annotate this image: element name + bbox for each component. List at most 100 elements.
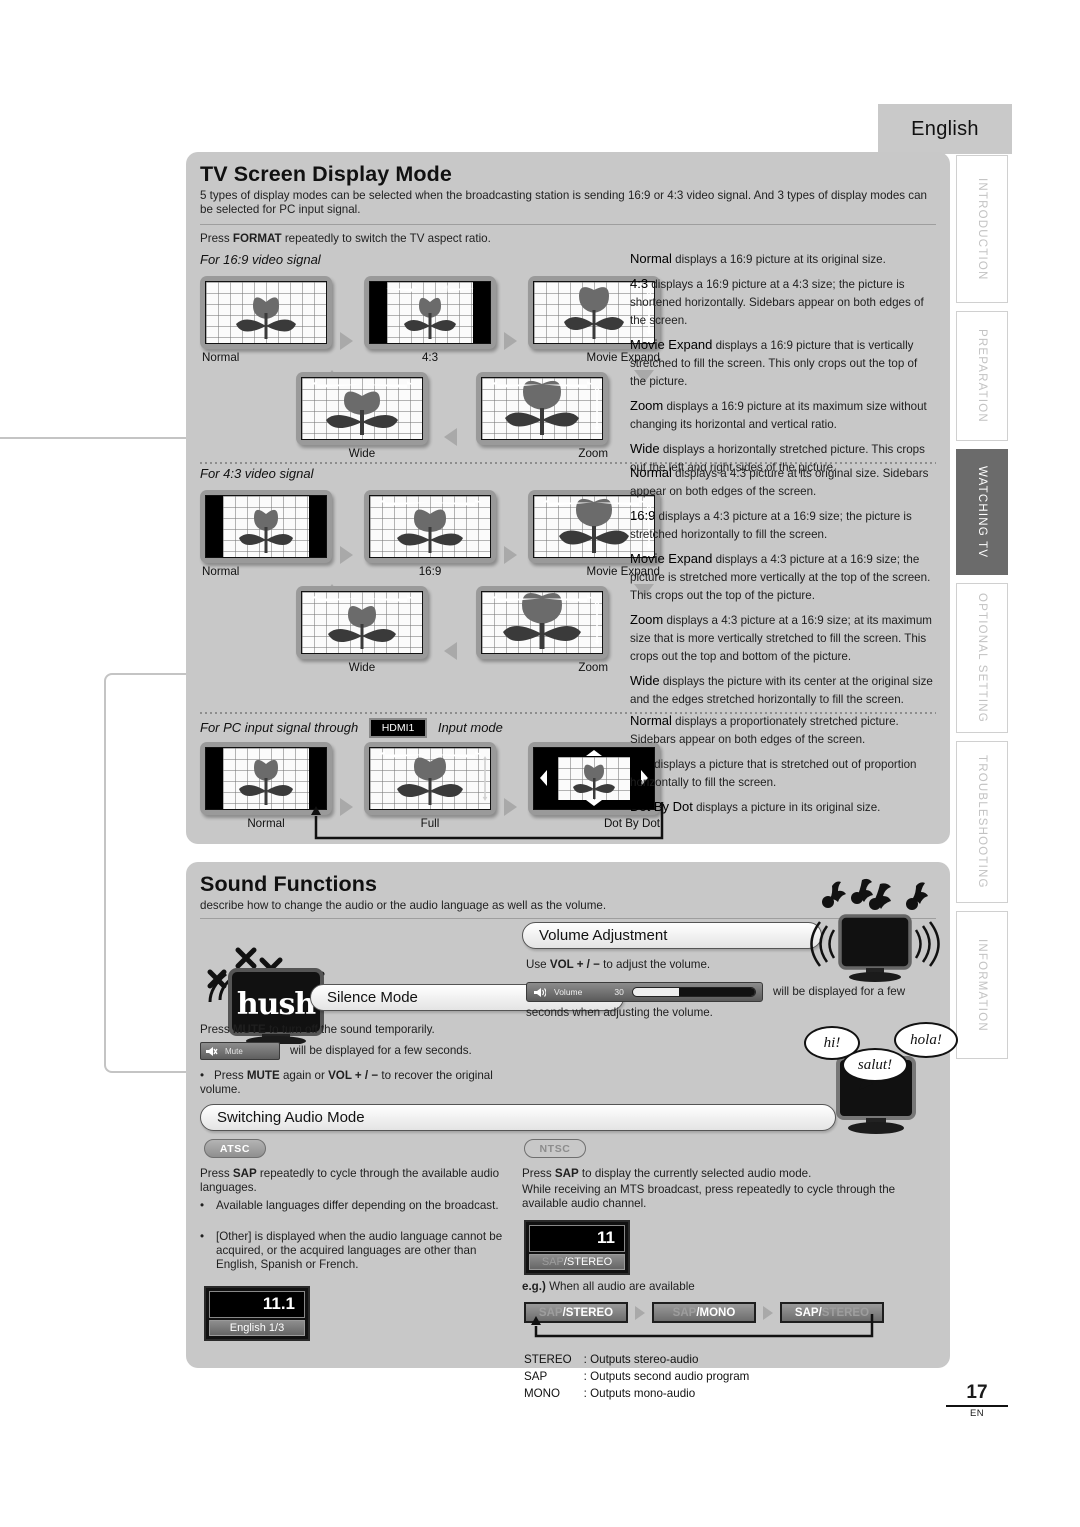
tulip-icon — [236, 297, 296, 339]
hdmi1-chip: HDMI1 — [368, 718, 428, 738]
widen-arrows-icon — [490, 594, 594, 603]
legend-desc: : Outputs second audio program — [583, 1370, 750, 1383]
ntsc-paragraph-2: While receiving an MTS broadcast, press … — [522, 1183, 896, 1211]
speaker-icon — [534, 987, 546, 997]
caption-43-169: 16:9 — [418, 565, 442, 578]
atsc-bullet-1: • Available languages differ depending on… — [200, 1199, 499, 1212]
widen-arrows-icon — [378, 498, 482, 507]
speaker-tv-illustration — [804, 878, 944, 990]
speech-bubble-salut: salut! — [842, 1048, 908, 1082]
osd-ntsc-channel: 11 SAP/STEREO — [524, 1220, 630, 1275]
sidebar-item-preparation[interactable]: PREPARATION — [956, 311, 1008, 441]
osd-volume-indicator: Volume 30 — [526, 982, 763, 1002]
tv-illustration-169-wide — [296, 372, 428, 445]
connector-line-left-lower — [104, 673, 190, 1073]
volume-osd-tail-2: seconds when adjusting the volume. — [526, 1006, 713, 1019]
flow-arrow-right — [504, 546, 517, 564]
osd-atsc-channel: 11.1 English 1/3 — [204, 1286, 310, 1341]
osd-atsc-channel-number: 11.1 — [209, 1291, 305, 1318]
sidebar-item-optional-setting[interactable]: OPTIONAL SETTING — [956, 583, 1008, 733]
tv-illustration-169-normal — [200, 276, 332, 349]
tv-illustration-169-zoom — [476, 372, 608, 445]
osd-volume-label: Volume — [554, 987, 583, 997]
desc-169-43: 4:3 displays a 16:9 picture at a 4:3 siz… — [630, 276, 924, 327]
switching-audio-mode-title: Switching Audio Mode — [217, 1109, 365, 1126]
sap-key: SAP — [554, 1167, 579, 1180]
flow-arrow-left — [444, 642, 457, 660]
section-intro: 5 types of display modes can be selected… — [200, 189, 927, 216]
switching-audio-mode-bar: Switching Audio Mode — [200, 1104, 836, 1131]
ntsc-paragraph-1: Press SAP to display the currently selec… — [522, 1167, 812, 1180]
desc-169-movie-expand: Movie Expand displays a 16:9 picture tha… — [630, 337, 918, 388]
ntsc-example-caption: e.g.) When all audio are available — [522, 1280, 695, 1293]
widen-arrows-icon — [310, 594, 414, 603]
format-key: FORMAT — [232, 232, 282, 245]
legend-term: SAP — [524, 1370, 548, 1383]
tulip-icon — [239, 509, 293, 553]
osd-ntsc-channel-number: 11 — [529, 1225, 625, 1252]
flow-arrow-right — [340, 332, 353, 350]
osd-ntsc-audio-mode: SAP/STEREO — [529, 1254, 625, 1270]
widen-arrows-icon — [310, 380, 414, 389]
format-instruction: Press FORMAT repeatedly to switch the TV… — [200, 232, 491, 245]
desc-169-normal: Normal displays a 16:9 picture at its or… — [630, 251, 886, 266]
sidebar-item-introduction[interactable]: INTRODUCTION — [956, 155, 1008, 303]
legend-desc: : Outputs stereo-audio — [583, 1353, 699, 1366]
language-tab: English — [878, 104, 1012, 154]
desc-43-zoom: Zoom displays a 4:3 picture at a 16:9 si… — [630, 612, 932, 663]
volume-bar — [631, 987, 756, 997]
legend-row-stereo: STEREO : Outputs stereo-audio — [524, 1352, 759, 1367]
volume-adjustment-title: Volume Adjustment — [539, 927, 668, 944]
loop-back-arrow-icon — [311, 802, 664, 840]
speech-bubble-hola: hola! — [894, 1022, 958, 1058]
osd-mute-indicator: Mute — [200, 1042, 280, 1060]
audio-mode-legend: STEREO : Outputs stereo-audio SAP : Outp… — [522, 1350, 761, 1403]
page-number: 17 EN — [946, 1382, 1008, 1419]
tulip-icon — [239, 759, 293, 805]
desc-43-169: 16:9 displays a 4:3 picture at a 16:9 si… — [630, 508, 912, 541]
silence-bullet: • Press MUTE again or VOL + / − to recove… — [200, 1069, 493, 1097]
desc-pc-full: Full displays a picture that is stretche… — [630, 756, 917, 789]
group-heading-169: For 16:9 video signal — [200, 252, 321, 267]
flow-arrow-right — [504, 332, 517, 350]
divider — [200, 224, 936, 225]
osd-atsc-channel-language: English 1/3 — [209, 1320, 305, 1336]
desc-43-movie-expand: Movie Expand displays a 4:3 picture at a… — [630, 551, 931, 602]
sidebar-item-information[interactable]: INFORMATION — [956, 911, 1008, 1059]
svg-text:hush: hush — [237, 987, 317, 1022]
legend-term: MONO — [524, 1387, 561, 1400]
desc-pc-normal: Normal displays a proportionately stretc… — [630, 713, 899, 746]
widen-arrows-icon — [490, 380, 594, 389]
stretch-arrow-icon — [594, 600, 600, 645]
caption-169-43: 4:3 — [421, 351, 439, 364]
page-title: TV Screen Display Mode — [200, 162, 452, 186]
volume-adjustment-bar: Volume Adjustment — [522, 922, 822, 949]
page-number-rule — [946, 1404, 1008, 1407]
atsc-bullet-2: • [Other] is displayed when the audio lan… — [200, 1230, 503, 1272]
flow-arrow-left — [444, 428, 457, 446]
caption-169-wide: Wide — [348, 447, 376, 460]
caption-43-wide: Wide — [348, 661, 376, 674]
legend-row-sap: SAP : Outputs second audio program — [524, 1369, 759, 1384]
tv-illustration-43-normal — [200, 490, 332, 563]
legend-row-mono: MONO : Outputs mono-audio — [524, 1386, 759, 1401]
atsc-paragraph: Press SAP repeatedly to cycle through th… — [200, 1167, 500, 1195]
desc-43-wide: Wide displays the picture with its cente… — [630, 673, 933, 706]
stretch-arrow-icon — [594, 386, 600, 431]
section-index-tabs: INTRODUCTION PREPARATION WATCHING TV OPT… — [956, 155, 1010, 1085]
sound-section-title: Sound Functions — [200, 872, 378, 896]
silence-osd-tail: will be displayed for a few seconds. — [290, 1043, 472, 1057]
sidebar-item-troubleshooting[interactable]: TROUBLESHOOTING — [956, 741, 1008, 903]
shrink-arrows-icon — [386, 285, 474, 292]
desc-169-zoom: Zoom displays a 16:9 picture at its maxi… — [630, 398, 927, 431]
mute-icon — [206, 1046, 218, 1056]
volume-instruction-1: Use VOL + / − to adjust the volume. — [526, 958, 711, 971]
sidebar-item-watching-tv[interactable]: WATCHING TV — [956, 449, 1008, 575]
group-heading-pc: For PC input signal through HDMI1 Input … — [200, 718, 503, 738]
caption-169-normal: Normal — [202, 351, 240, 364]
group-heading-43: For 4:3 video signal — [200, 466, 314, 481]
connector-line-left-upper — [0, 437, 190, 439]
tv-illustration-43-169 — [364, 490, 496, 563]
osd-volume-value: 30 — [614, 987, 624, 997]
page-language-code: EN — [970, 1408, 984, 1419]
